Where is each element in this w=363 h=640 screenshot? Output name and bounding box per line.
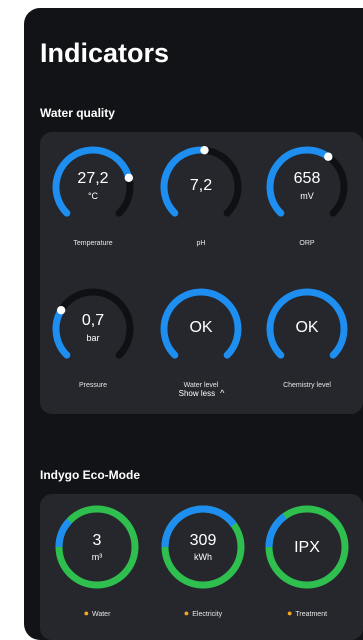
gauge-unit: °C — [87, 191, 99, 201]
gauge-temperature: 27,2 °C Temperature — [48, 142, 138, 247]
eco-ring-electricity: 309 kWh ● Electricity — [158, 502, 248, 618]
eco-mode-card: 3 m³ ● Water 309 kWh ● Electricity IPX ● Treatment — [40, 494, 363, 640]
gauge-value: 0,7 — [81, 312, 105, 329]
gauge-pressure: 0,7 bar Pressure — [48, 284, 138, 389]
show-less-button[interactable]: Show less ^ — [40, 388, 363, 398]
gauge-chemistry-level: OK Chemistry level — [262, 284, 352, 389]
gauge-water-level: OK Water level — [156, 284, 246, 389]
drop-icon: ● — [183, 608, 190, 618]
water-quality-label: Water quality — [40, 106, 115, 120]
show-less-label: Show less — [178, 389, 216, 398]
eco-unit: m³ — [91, 552, 103, 562]
eco-ring-water: 3 m³ ● Water — [52, 502, 142, 618]
gauge-unit: mV — [300, 191, 314, 201]
eco-caption: ● Water — [42, 608, 152, 618]
gauge-knob — [324, 152, 333, 161]
gauge-value: OK — [189, 319, 213, 336]
gauge-knob — [200, 145, 209, 155]
gauge-caption: Temperature — [73, 240, 113, 247]
gauge-value: 658 — [293, 170, 321, 187]
gauge-orp: 658 mV ORP — [262, 142, 352, 247]
gauge-caption: ORP — [299, 240, 315, 247]
eco-ring-treatment: IPX ● Treatment — [262, 502, 352, 618]
eco-value: 309 — [189, 532, 217, 549]
gauge-unit: bar — [86, 333, 100, 343]
gauge-value: OK — [295, 319, 319, 336]
water-quality-card: 27,2 °C Temperature 7,2 pH 658 mV ORP 0,7 bar Pres… — [40, 132, 363, 414]
eco-caption-label: Electricity — [192, 611, 223, 618]
gauge-value: 27,2 — [77, 170, 109, 187]
chevron-up-icon: ^ — [220, 388, 225, 398]
drop-icon: ● — [83, 608, 89, 618]
gauge-caption: pH — [196, 240, 206, 247]
page-title: Indicators — [40, 38, 170, 68]
eco-caption: ● Treatment — [252, 608, 362, 618]
gauge-ph: 7,2 pH — [156, 142, 246, 247]
indicators-panel: Indicators Water quality 27,2 °C Temperatu… — [24, 8, 363, 640]
eco-caption-label: Water — [92, 611, 111, 618]
eco-unit: kWh — [194, 552, 212, 562]
eco-caption-label: Treatment — [295, 611, 328, 618]
gauge-value: 7,2 — [189, 177, 213, 194]
eco-caption: ● Electricity — [148, 608, 258, 618]
eco-value: 3 — [92, 532, 102, 549]
eco-mode-label: Indygo Eco-Mode — [40, 468, 140, 482]
drop-icon: ● — [286, 608, 293, 618]
eco-value: IPX — [294, 539, 320, 556]
